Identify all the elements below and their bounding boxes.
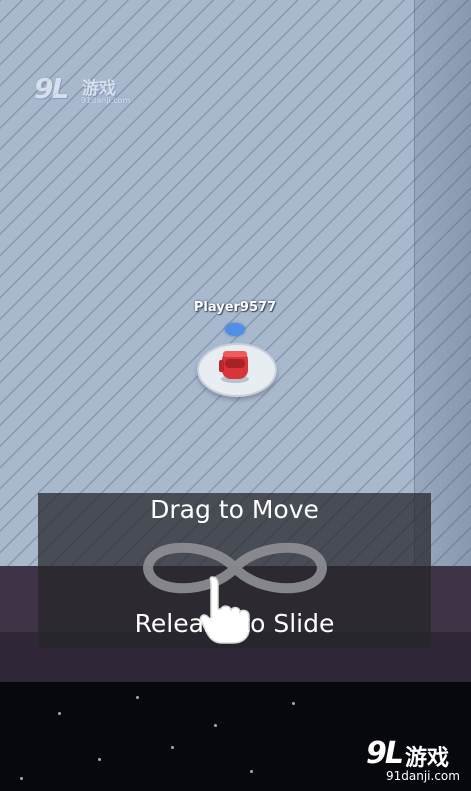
star [98, 758, 101, 761]
star [292, 702, 295, 705]
watermark-logo-bottom: 9L 游戏 91danji.com [316, 736, 471, 791]
star [250, 770, 253, 773]
player-name-label: Player9577 [193, 300, 277, 315]
watermark-url: 91danji.com [81, 96, 131, 105]
tutorial-overlay: Drag to Move Release to Slide [38, 493, 431, 648]
star [171, 746, 174, 749]
tutorial-slide-text: Release to Slide [134, 609, 335, 638]
star [214, 724, 217, 727]
player-character-icon [219, 351, 249, 383]
watermark-number: 9L [366, 736, 404, 771]
player-indicator-marker [225, 323, 245, 336]
watermark-logo-top: 9L 游戏 91danji.com [34, 72, 130, 110]
star [20, 777, 23, 780]
watermark-number: 9L [34, 72, 69, 105]
star [58, 712, 61, 715]
watermark-chinese: 游戏 [405, 746, 450, 771]
game-scene[interactable]: 9L 游戏 91danji.com Player9577 Drag to Mov… [0, 0, 471, 791]
watermark-url: 91danji.com [386, 769, 460, 783]
tutorial-drag-text: Drag to Move [150, 495, 319, 524]
star [136, 696, 139, 699]
ice-floor-edge [414, 0, 471, 566]
